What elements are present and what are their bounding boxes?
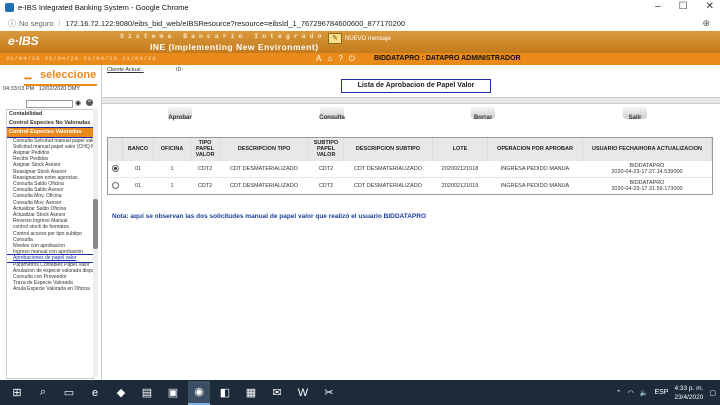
- maximize-icon[interactable]: ☐: [679, 1, 688, 12]
- current-user: BIDDATAPRO : DATAPRO ADMINISTRADOR: [374, 55, 521, 62]
- col-banco: BANCO: [122, 138, 154, 161]
- url-text[interactable]: 172.16.72.122:9080/eibs_bid_web/eIBSReso…: [65, 19, 405, 28]
- new-message-link[interactable]: ✎ NUEVO mensaje: [328, 33, 391, 44]
- page-title: Lista de Aprobacion de Papel Valor: [341, 79, 491, 93]
- action-toolbar: Aprobar Consulta Borrar Salir: [102, 107, 720, 131]
- delete-button[interactable]: Borrar: [463, 107, 503, 121]
- chrome-icon[interactable]: ◉: [188, 380, 210, 405]
- menu-item[interactable]: Anula Especie Valorada en Oficina: [7, 286, 93, 292]
- approval-table: BANCO OFICINA TIPO PAPEL VALOR DESCRIPCI…: [107, 137, 713, 195]
- font-size-icon[interactable]: A: [316, 54, 321, 64]
- table-row[interactable]: 01 1 CDT2 CDT DESMATERIALIZADO CDT2 CDT …: [108, 177, 712, 194]
- file-explorer-icon[interactable]: ▤: [136, 382, 158, 404]
- session-info: 04:33:03 PM 12/02/2020 DMY: [3, 86, 81, 92]
- windows-start-icon[interactable]: ⊞: [6, 382, 28, 404]
- date-strip: 21/04/20 21/04/20 21/04/20 21/04/20: [6, 55, 157, 62]
- menu-scrollbar[interactable]: [93, 109, 98, 377]
- address-bar[interactable]: ⓘ No seguro | 172.16.72.122:9080/eibs_bi…: [0, 15, 720, 32]
- app-icon[interactable]: ◧: [214, 382, 236, 404]
- menu-section-valoradas[interactable]: Control Especies Valoradas: [7, 127, 93, 138]
- close-window-icon[interactable]: ✕: [706, 1, 714, 12]
- col-tipo: TIPO PAPEL VALOR: [190, 138, 220, 161]
- col-oficina: OFICINA: [153, 138, 191, 161]
- search-icon[interactable]: ⌕: [32, 382, 54, 404]
- eye-icon[interactable]: ◉: [75, 99, 81, 107]
- app-logo: e·IBS: [8, 34, 39, 48]
- logout-icon[interactable]: ⏻: [349, 54, 355, 64]
- seleccione-logo: •••• seleccione: [24, 69, 97, 86]
- col-operacion: OPERACION POR APROBAR: [487, 138, 583, 161]
- row-radio[interactable]: [111, 181, 119, 189]
- wifi-icon[interactable]: ◠: [628, 389, 634, 397]
- word-icon[interactable]: W: [292, 382, 314, 404]
- col-desc-subtipo: DESCRIPCION SUBTIPO: [343, 138, 433, 161]
- language-indicator[interactable]: ESP: [654, 389, 668, 396]
- query-button[interactable]: Consulta: [312, 107, 352, 121]
- task-view-icon[interactable]: ▭: [58, 382, 80, 404]
- left-panel: •••• seleccione 04:33:03 PM 12/02/2020 D…: [0, 65, 102, 380]
- outlook-icon[interactable]: ✉: [266, 382, 288, 404]
- col-subtipo: SUBTIPO PAPEL VALOR: [308, 138, 344, 161]
- annotation-note: Nota: aquí se observan las dos solicitud…: [112, 213, 427, 220]
- id-label: ID:: [176, 67, 184, 73]
- dropbox-icon[interactable]: ◆: [110, 382, 132, 404]
- zoom-icon[interactable]: ⊕: [702, 18, 710, 29]
- col-usuario: USUARIO FECHA/HORA ACTUALIZACION: [582, 138, 712, 161]
- main-content: Cliente Actual : ID: Lista de Aprobacion…: [102, 65, 720, 380]
- folder-icon[interactable]: ▦: [240, 382, 262, 404]
- message-pencil-icon: ✎: [328, 33, 342, 44]
- exit-button[interactable]: Salir: [615, 107, 655, 121]
- table-header-row: BANCO OFICINA TIPO PAPEL VALOR DESCRIPCI…: [108, 138, 712, 161]
- menu-header-contabilidad[interactable]: Contabilidad: [7, 110, 93, 119]
- approve-button[interactable]: Aprobar: [160, 107, 200, 121]
- divider: [102, 97, 720, 104]
- info-icon[interactable]: ⓘ: [8, 18, 16, 29]
- store-icon[interactable]: ▣: [162, 382, 184, 404]
- system-tray: ⌃ ◠ 🔈 ESP 4:33 p. m. 23/4/2020 ▢: [616, 380, 716, 405]
- client-label[interactable]: Cliente Actual :: [107, 67, 144, 73]
- table-row[interactable]: 01 1 CDT2 CDT DESMATERIALIZADO CDT2 CDT …: [108, 160, 712, 178]
- notifications-icon[interactable]: ▢: [709, 389, 716, 397]
- home-icon[interactable]: ⌂: [327, 54, 332, 64]
- edge-icon[interactable]: e: [84, 382, 106, 404]
- window-title: e-IBS Integrated Banking System - Google…: [18, 3, 189, 12]
- system-name: Sistema Bancario Integrado: [120, 33, 326, 40]
- app-favicon-icon: [5, 3, 14, 12]
- security-label: No seguro: [19, 18, 54, 28]
- side-menu: Contabilidad Control Especies No Valorad…: [6, 109, 94, 379]
- menu-item[interactable]: Parametros Contables Papel Valor: [7, 262, 93, 268]
- menu-item[interactable]: Control acceso por tipo subtipo: [7, 231, 93, 237]
- menu-search-input[interactable]: [26, 100, 73, 108]
- help-icon[interactable]: ?: [338, 54, 342, 64]
- network-icon[interactable]: ⌃: [616, 389, 622, 397]
- environment-name: INE (Implementing New Environment): [150, 42, 319, 52]
- user-bar: 21/04/20 21/04/20 21/04/20 21/04/20 A ⌂ …: [0, 53, 720, 65]
- menu-item[interactable]: Solicitud manual papel valor (CHQ ME): [7, 144, 93, 150]
- col-lote: LOTE: [432, 138, 488, 161]
- screen-tool-icon[interactable]: ✂: [318, 382, 340, 404]
- menu-header-no-valoradas[interactable]: Control Especies No Valoradas: [7, 119, 93, 128]
- menu-item[interactable]: Consulta Solicitud manual papel valor: [7, 138, 93, 144]
- minimize-icon[interactable]: –: [655, 1, 661, 12]
- app-banner: e·IBS Sistema Bancario Integrado INE (Im…: [0, 31, 720, 53]
- system-clock[interactable]: 4:33 p. m. 23/4/2020: [674, 384, 703, 402]
- row-radio[interactable]: [111, 164, 119, 172]
- browser-title-bar: e-IBS Integrated Banking System - Google…: [0, 0, 720, 15]
- col-desc-tipo: DESCRIPCION TIPO: [219, 138, 309, 161]
- volume-icon[interactable]: 🔈: [640, 389, 649, 397]
- scroll-thumb[interactable]: [93, 199, 98, 249]
- clear-icon[interactable]: ×: [86, 99, 93, 106]
- windows-taskbar: ⊞ ⌕ ▭ e ◆ ▤ ▣ ◉ ◧ ▦ ✉ W ✂ ⌃ ◠ 🔈 ESP 4:33…: [0, 380, 720, 405]
